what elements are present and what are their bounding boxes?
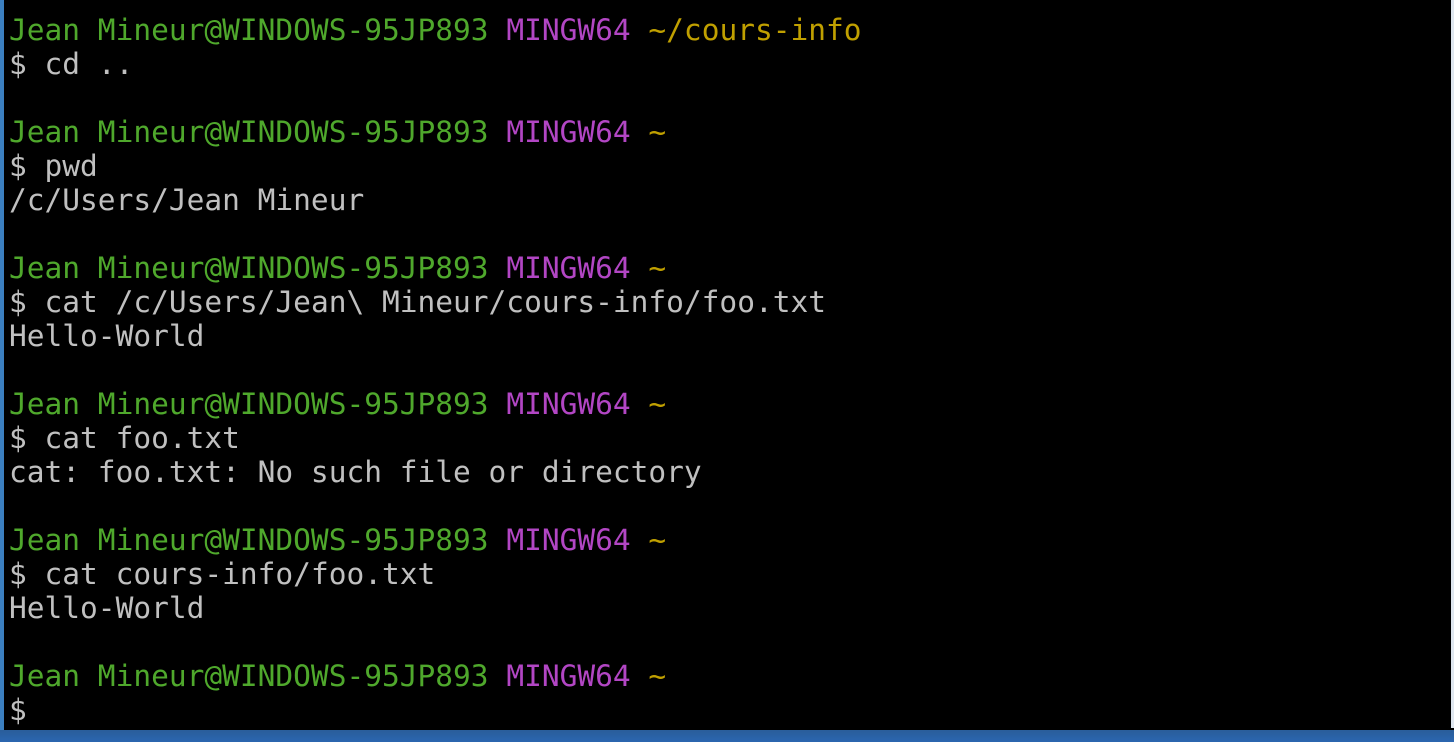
window-left-border [0,0,4,742]
prompt-path: ~ [648,523,667,557]
prompt-shell: MINGW64 [506,13,631,47]
command-line: $ pwd [9,149,862,183]
prompt-user-host: Jean Mineur@WINDOWS-95JP893 [9,523,489,557]
command-block: Jean Mineur@WINDOWS-95JP893 MINGW64 ~ $ [9,659,862,727]
command-line: $ [9,693,862,727]
prompt-path: ~ [648,659,667,693]
prompt-shell: MINGW64 [506,115,631,149]
prompt-shell: MINGW64 [506,659,631,693]
prompt-symbol: $ [9,557,27,591]
prompt-path: ~ [648,387,667,421]
prompt-line: Jean Mineur@WINDOWS-95JP893 MINGW64 ~ [9,387,862,421]
command-block: Jean Mineur@WINDOWS-95JP893 MINGW64 ~ $ c… [9,387,862,523]
command-output: cat: foo.txt: No such file or directory [9,455,702,489]
command-output: Hello-World [9,591,205,625]
command-text: pwd [44,149,98,183]
command-line: $ cat foo.txt [9,421,862,455]
command-output: Hello-World [9,319,205,353]
command-block: Jean Mineur@WINDOWS-95JP893 MINGW64 ~ $ c… [9,523,862,659]
prompt-symbol: $ [9,285,27,319]
prompt-symbol: $ [9,47,27,81]
prompt-symbol: $ [9,421,27,455]
command-line: $ cat /c/Users/Jean\ Mineur/cours-info/f… [9,285,862,319]
command-output: /c/Users/Jean Mineur [9,183,365,217]
prompt-line: Jean Mineur@WINDOWS-95JP893 MINGW64 ~ [9,659,862,693]
prompt-user-host: Jean Mineur@WINDOWS-95JP893 [9,13,489,47]
prompt-shell: MINGW64 [506,251,631,285]
command-block: Jean Mineur@WINDOWS-95JP893 MINGW64 ~/co… [9,13,862,115]
prompt-user-host: Jean Mineur@WINDOWS-95JP893 [9,115,489,149]
prompt-line: Jean Mineur@WINDOWS-95JP893 MINGW64 ~ [9,523,862,557]
command-line: $ cat cours-info/foo.txt [9,557,862,591]
prompt-line: Jean Mineur@WINDOWS-95JP893 MINGW64 ~/co… [9,13,862,47]
prompt-line: Jean Mineur@WINDOWS-95JP893 MINGW64 ~ [9,251,862,285]
command-text: cd .. [44,47,134,81]
command-text: cat cours-info/foo.txt [44,557,436,591]
command-text: cat foo.txt [44,421,240,455]
command-text: cat /c/Users/Jean\ Mineur/cours-info/foo… [44,285,826,319]
prompt-line: Jean Mineur@WINDOWS-95JP893 MINGW64 ~ [9,115,862,149]
command-block: Jean Mineur@WINDOWS-95JP893 MINGW64 ~ $ c… [9,251,862,387]
taskbar [0,730,1454,742]
command-line: $ cd .. [9,47,862,81]
prompt-symbol: $ [9,149,27,183]
prompt-path: ~ [648,251,667,285]
terminal-output[interactable]: Jean Mineur@WINDOWS-95JP893 MINGW64 ~/co… [9,13,862,727]
prompt-path: ~ [648,115,667,149]
prompt-path: ~/cours-info [648,13,862,47]
prompt-user-host: Jean Mineur@WINDOWS-95JP893 [9,251,489,285]
prompt-user-host: Jean Mineur@WINDOWS-95JP893 [9,659,489,693]
prompt-symbol: $ [9,693,27,727]
prompt-shell: MINGW64 [506,523,631,557]
prompt-user-host: Jean Mineur@WINDOWS-95JP893 [9,387,489,421]
command-block: Jean Mineur@WINDOWS-95JP893 MINGW64 ~ $ p… [9,115,862,251]
prompt-shell: MINGW64 [506,387,631,421]
